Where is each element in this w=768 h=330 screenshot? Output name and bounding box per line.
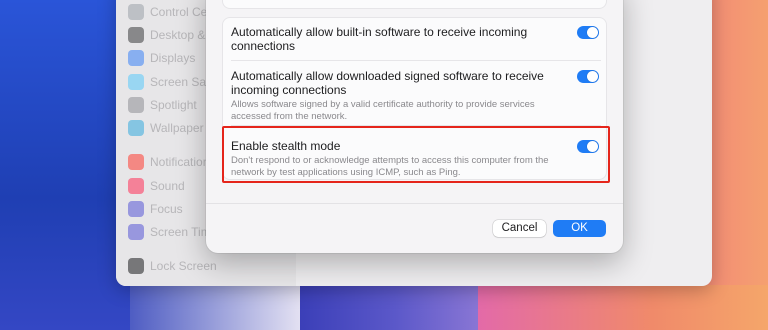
wallpaper-icon xyxy=(128,120,144,136)
toggle-knob xyxy=(587,141,598,152)
builtin-software-toggle[interactable] xyxy=(577,26,599,39)
option-row-builtin-software: Automatically allow built-in software to… xyxy=(231,25,601,53)
desktop-dock-icon xyxy=(128,27,144,43)
previous-section-card xyxy=(222,0,607,9)
lock-screen-icon xyxy=(128,258,144,274)
sidebar-item-label: Sound xyxy=(150,179,185,193)
sidebar-item-screen-time[interactable]: Screen Time xyxy=(128,222,217,242)
sidebar-item-label: Focus xyxy=(150,202,183,216)
toggle-knob xyxy=(587,27,598,38)
sidebar-item-notifications[interactable]: Notifications xyxy=(128,152,215,172)
sound-icon xyxy=(128,178,144,194)
sidebar-item-lock-screen[interactable]: Lock Screen xyxy=(128,256,217,276)
cancel-button[interactable]: Cancel xyxy=(493,220,546,237)
row-divider xyxy=(231,125,601,126)
sidebar-item-focus[interactable]: Focus xyxy=(128,199,183,219)
options-card: Automatically allow built-in software to… xyxy=(222,17,607,180)
wallpaper-left xyxy=(0,0,130,330)
focus-icon xyxy=(128,201,144,217)
wallpaper-bottom-right xyxy=(478,285,768,330)
stealth-mode-toggle[interactable] xyxy=(577,140,599,153)
control-centre-icon xyxy=(128,4,144,20)
displays-icon xyxy=(128,50,144,66)
sidebar-item-label: Spotlight xyxy=(150,98,197,112)
sidebar-item-sound[interactable]: Sound xyxy=(128,176,185,196)
option-row-stealth-mode: Enable stealth mode Don't respond to or … xyxy=(231,139,601,179)
firewall-options-dialog: Automatically allow built-in software to… xyxy=(206,0,623,253)
sidebar-item-spotlight[interactable]: Spotlight xyxy=(128,95,197,115)
sidebar-item-displays[interactable]: Displays xyxy=(128,48,195,68)
sidebar-item-label: Lock Screen xyxy=(150,259,217,273)
option-title: Enable stealth mode xyxy=(231,139,341,153)
option-description: Don't respond to or acknowledge attempts… xyxy=(231,155,549,178)
option-title: Automatically allow downloaded signed so… xyxy=(231,69,544,97)
sidebar-item-label: Wallpaper xyxy=(150,121,204,135)
dialog-divider xyxy=(206,203,623,204)
sidebar-item-label: Displays xyxy=(150,51,196,65)
notifications-icon xyxy=(128,154,144,170)
wallpaper-bottom-middle xyxy=(300,285,490,330)
toggle-knob xyxy=(587,71,598,82)
sidebar-item-wallpaper[interactable]: Wallpaper xyxy=(128,118,204,138)
option-title: Automatically allow built-in software to… xyxy=(231,25,528,53)
ok-button[interactable]: OK xyxy=(553,220,606,237)
spotlight-icon xyxy=(128,97,144,113)
signed-software-toggle[interactable] xyxy=(577,70,599,83)
screen-time-icon xyxy=(128,224,144,240)
option-row-signed-software: Automatically allow downloaded signed so… xyxy=(231,69,601,123)
screen-saver-icon xyxy=(128,74,144,90)
row-divider xyxy=(231,60,601,61)
option-description: Allows software signed by a valid certif… xyxy=(231,99,535,122)
